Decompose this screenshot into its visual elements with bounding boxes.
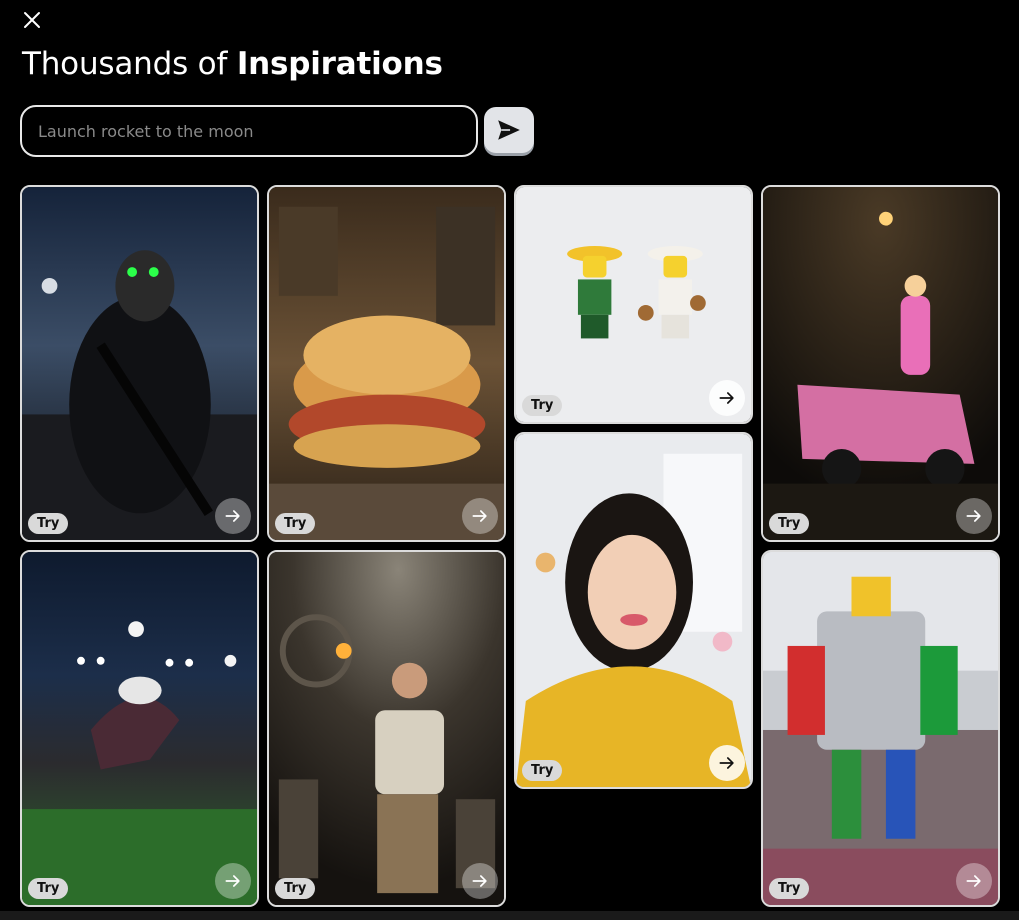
arrow-right-button[interactable] xyxy=(462,863,498,899)
arrow-right-icon xyxy=(719,757,734,769)
arrow-right-button[interactable] xyxy=(709,745,745,781)
arrow-right-button[interactable] xyxy=(956,863,992,899)
send-icon xyxy=(498,120,520,140)
try-badge[interactable]: Try xyxy=(769,513,810,534)
title-regular: Thousands of xyxy=(22,46,237,82)
close-button[interactable] xyxy=(20,8,44,32)
try-badge[interactable]: Try xyxy=(522,760,563,781)
card-image xyxy=(763,552,998,905)
arrow-right-icon xyxy=(472,510,487,522)
try-badge[interactable]: Try xyxy=(769,878,810,899)
try-badge[interactable]: Try xyxy=(522,395,563,416)
inspiration-card[interactable]: Try xyxy=(761,185,1000,542)
arrow-right-icon xyxy=(472,875,487,887)
arrow-right-icon xyxy=(225,875,240,887)
card-image xyxy=(763,187,998,540)
inspiration-card[interactable]: Try xyxy=(20,550,259,907)
inspiration-card[interactable]: Try xyxy=(267,550,506,907)
try-badge[interactable]: Try xyxy=(28,513,69,534)
inspiration-card[interactable]: Try xyxy=(761,550,1000,907)
prompt-input-wrapper xyxy=(20,105,478,157)
card-image xyxy=(516,434,751,787)
prompt-input[interactable] xyxy=(22,107,476,155)
page-title: Thousands of Inspirations xyxy=(22,46,443,82)
card-image xyxy=(22,187,257,540)
inspiration-card[interactable]: Try xyxy=(20,185,259,542)
inspiration-card[interactable]: Try xyxy=(267,185,506,542)
arrow-right-button[interactable] xyxy=(215,498,251,534)
arrow-right-icon xyxy=(719,392,734,404)
card-image xyxy=(22,552,257,905)
arrow-right-icon xyxy=(225,510,240,522)
try-badge[interactable]: Try xyxy=(28,878,69,899)
arrow-right-icon xyxy=(966,875,981,887)
arrow-right-button[interactable] xyxy=(462,498,498,534)
arrow-right-button[interactable] xyxy=(956,498,992,534)
close-icon xyxy=(24,12,40,28)
arrow-right-button[interactable] xyxy=(215,863,251,899)
try-badge[interactable]: Try xyxy=(275,513,316,534)
card-image xyxy=(269,552,504,905)
send-button[interactable] xyxy=(484,107,534,153)
inspiration-card[interactable]: Try xyxy=(514,185,753,424)
arrow-right-icon xyxy=(966,510,981,522)
arrow-right-button[interactable] xyxy=(709,380,745,416)
inspiration-card[interactable]: Try xyxy=(514,432,753,789)
card-image xyxy=(269,187,504,540)
bottom-bar xyxy=(0,911,1019,920)
try-badge[interactable]: Try xyxy=(275,878,316,899)
title-bold: Inspirations xyxy=(236,46,443,82)
